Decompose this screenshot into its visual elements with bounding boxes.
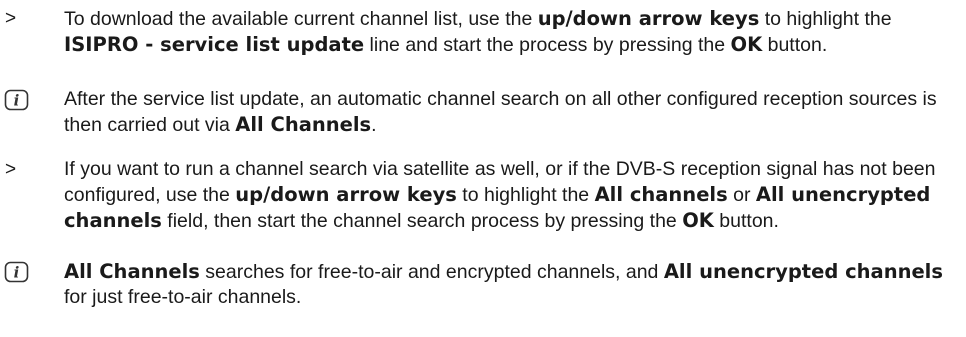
bold-term: ISIPRO - service list update xyxy=(64,33,365,56)
svg-text:i: i xyxy=(14,92,20,110)
text-run: line and start the process by pressing t… xyxy=(364,34,731,56)
text-run: or xyxy=(727,184,756,206)
paragraph-text: To download the available current channe… xyxy=(64,6,946,58)
paragraph-body: To download the available current channe… xyxy=(64,6,946,58)
paragraph-body: After the service list update, an automa… xyxy=(64,87,946,138)
text-run: to highlight the xyxy=(759,8,892,30)
bold-term: All channels xyxy=(594,183,728,206)
arrow-marker: > xyxy=(5,8,17,29)
arrow-marker: > xyxy=(5,159,17,180)
paragraph-text: All Channels searches for free-to-air an… xyxy=(64,259,946,310)
bold-term: up/down arrow keys xyxy=(235,183,457,206)
paragraph-body: All Channels searches for free-to-air an… xyxy=(64,259,946,310)
paragraph-text: After the service list update, an automa… xyxy=(64,87,946,138)
paragraph-body: If you want to run a channel search via … xyxy=(64,157,946,234)
info-icon: i xyxy=(4,261,32,286)
bold-term: up/down arrow keys xyxy=(537,7,760,30)
manual-page: > To download the available current chan… xyxy=(0,0,966,337)
text-run: searches for free-to-air and encrypted c… xyxy=(199,261,664,283)
text-run: button. xyxy=(762,34,828,56)
text-run: To download the available current channe… xyxy=(64,8,538,30)
text-run: button. xyxy=(713,210,779,232)
text-run: to highlight the xyxy=(456,184,595,206)
text-run: . xyxy=(371,114,377,136)
svg-text:i: i xyxy=(14,264,20,282)
bold-term: All unencrypted channels xyxy=(663,260,943,283)
paragraph-text: If you want to run a channel search via … xyxy=(64,157,946,234)
bold-term: All Channels xyxy=(235,113,372,136)
text-run: for just free-to-air channels. xyxy=(64,286,302,308)
text-run: field, then start the channel search pro… xyxy=(161,210,683,232)
text-run: After the service list update, an automa… xyxy=(64,88,937,136)
info-icon: i xyxy=(4,89,32,114)
bold-term: OK xyxy=(682,209,714,232)
bold-term: All Channels xyxy=(64,260,200,283)
bold-term: OK xyxy=(730,33,763,56)
